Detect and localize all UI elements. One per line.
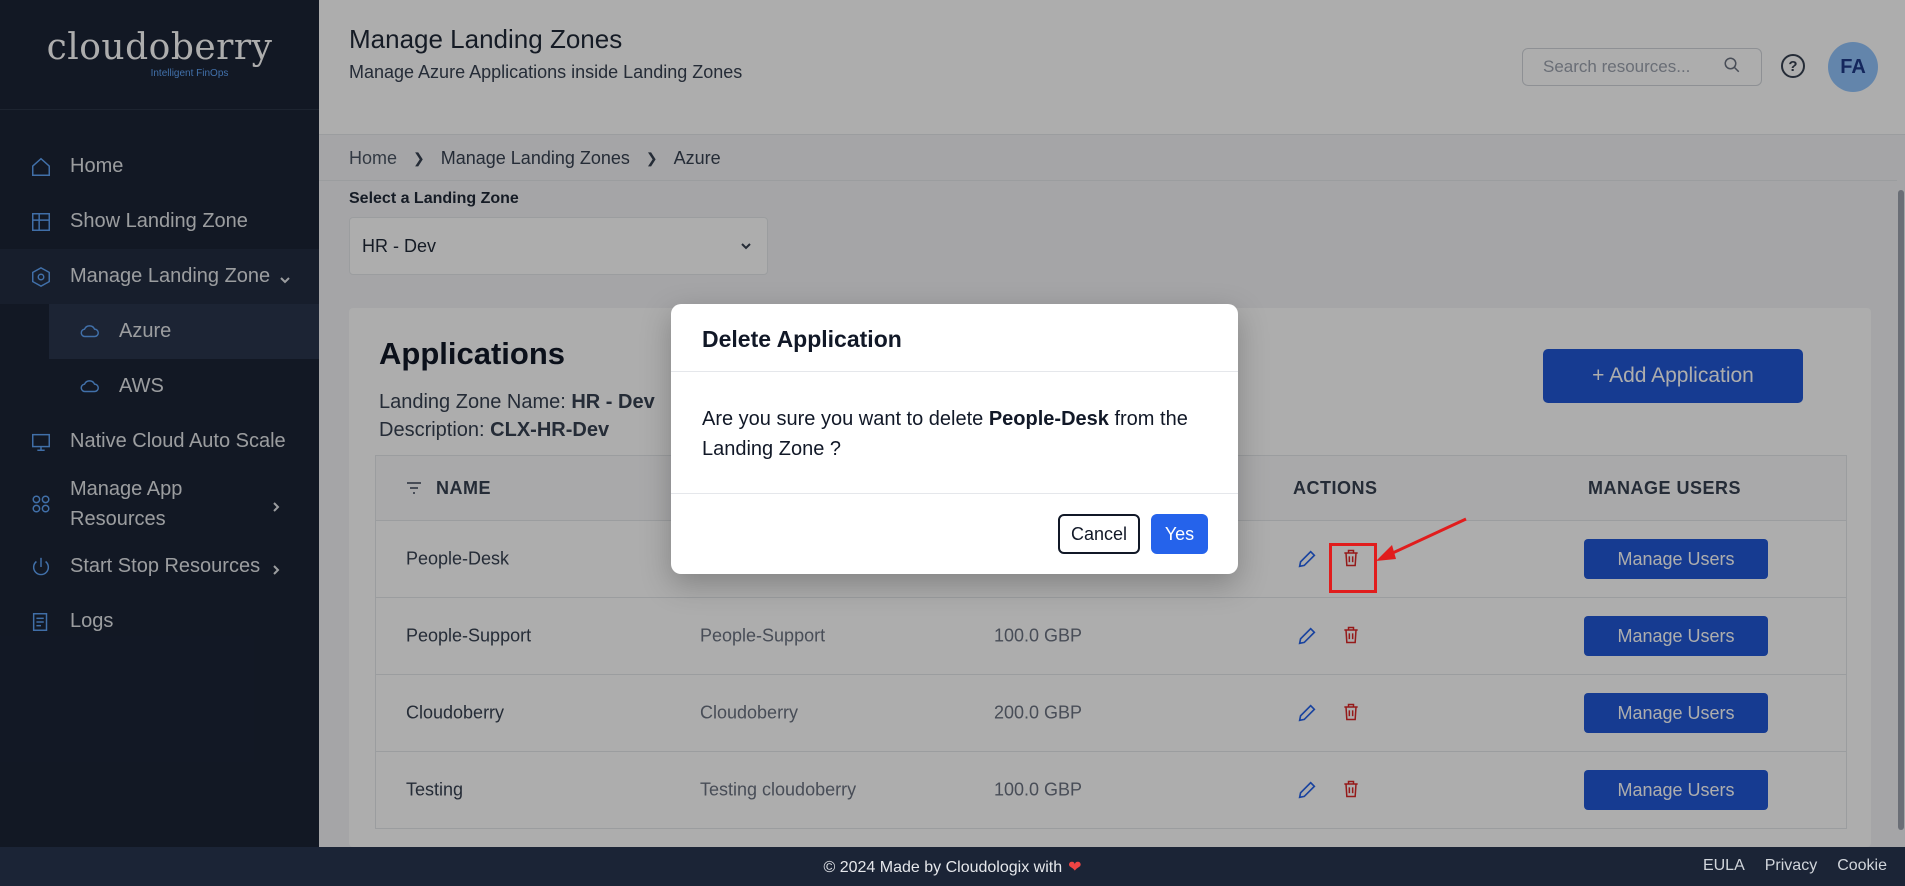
footer-link-privacy[interactable]: Privacy: [1765, 857, 1817, 875]
dialog-title: Delete Application: [702, 326, 902, 352]
cancel-button[interactable]: Cancel: [1058, 514, 1140, 554]
dialog-message-prefix: Are you sure you want to delete: [702, 408, 984, 430]
footer-copyright-text: © 2024 Made by Cloudologix with: [823, 859, 1063, 876]
footer-link-cookie[interactable]: Cookie: [1837, 857, 1887, 875]
footer-link-eula[interactable]: EULA: [1703, 857, 1745, 875]
annotation-arrow-icon: [1376, 517, 1467, 561]
divider: [671, 371, 1238, 372]
divider: [671, 493, 1238, 494]
heart-icon: ❤: [1068, 859, 1082, 876]
dialog-message-target: People-Desk: [988, 408, 1109, 430]
dialog-message: Are you sure you want to delete People-D…: [702, 404, 1202, 464]
footer: © 2024 Made by Cloudologix with ❤ EULA Pr…: [0, 847, 1905, 886]
footer-links: EULA Privacy Cookie: [1703, 857, 1887, 875]
confirm-yes-button[interactable]: Yes: [1151, 514, 1208, 554]
delete-application-dialog: Delete Application Are you sure you want…: [671, 304, 1238, 574]
footer-copyright: © 2024 Made by Cloudologix with ❤: [0, 857, 1905, 877]
